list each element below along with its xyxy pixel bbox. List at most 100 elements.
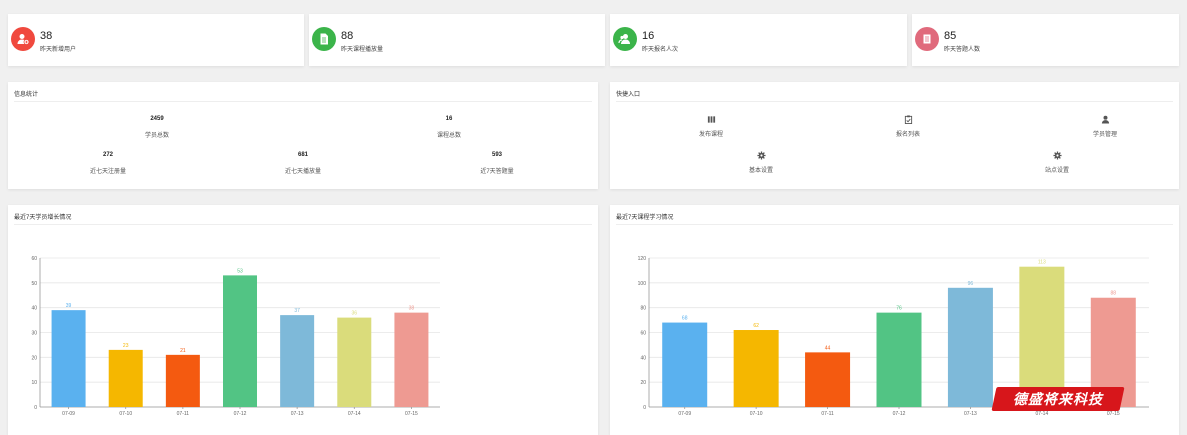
x-tick-label: 07-12 xyxy=(893,411,906,417)
panel-title: 快捷入口 xyxy=(616,92,641,98)
panel-title: 信息统计 xyxy=(14,92,39,98)
divider xyxy=(14,101,592,102)
quick-basic-settings[interactable]: 基本设置 xyxy=(749,151,773,174)
bar-value-label: 23 xyxy=(123,343,129,349)
bar-value-label: 62 xyxy=(753,323,759,329)
info-value-registrations: 272 xyxy=(102,152,114,158)
bar-value-label: 68 xyxy=(682,316,688,322)
bar[interactable] xyxy=(1019,266,1065,407)
quick-site-settings[interactable]: 站点设置 xyxy=(1045,151,1069,174)
info-label-registrations: 近七天注册量 xyxy=(89,169,127,175)
stat-card-new-users: 38 昨天新增用户 xyxy=(8,14,304,66)
stat-card-registrations: 16 昨天报名人次 xyxy=(610,14,907,66)
quick-label: 发布课程 xyxy=(698,132,724,138)
bar-value-label: 36 xyxy=(352,311,358,317)
x-tick-label: 07-09 xyxy=(678,411,691,417)
info-label-students: 学员总数 xyxy=(144,133,170,139)
info-stats-panel: 信息统计 2459 学员总数 16 课程总数 272 近七天注册量 681 近七… xyxy=(8,82,598,189)
x-tick-label: 07-10 xyxy=(750,411,763,417)
y-tick-label: 20 xyxy=(640,380,646,386)
bar[interactable] xyxy=(337,317,372,407)
publish-icon xyxy=(707,116,715,123)
bar[interactable] xyxy=(947,287,993,407)
x-tick-label: 07-11 xyxy=(821,411,834,417)
bar[interactable] xyxy=(108,349,143,407)
quick-label: 学员管理 xyxy=(1092,132,1118,138)
stat-label: 昨天新增用户 xyxy=(40,47,77,53)
x-tick-label: 07-10 xyxy=(119,411,132,417)
y-tick-label: 120 xyxy=(638,256,647,262)
info-label-plays: 近七天播放量 xyxy=(284,169,322,175)
stat-label: 昨天报名人次 xyxy=(642,47,679,53)
y-tick-label: 100 xyxy=(638,281,647,287)
x-tick-label: 07-15 xyxy=(405,411,418,417)
bar-value-label: 39 xyxy=(66,303,72,309)
quick-label: 报名列表 xyxy=(895,132,921,138)
y-tick-label: 60 xyxy=(31,256,37,262)
stat-card-course-plays: 88 昨天课程播放量 xyxy=(309,14,605,66)
bar-value-label: 37 xyxy=(294,308,300,314)
stat-label: 昨天答题人数 xyxy=(944,47,981,53)
users-icon xyxy=(613,27,637,51)
quick-label: 基本设置 xyxy=(748,168,774,174)
student-growth-panel: 最近7天学员增长情况 0 10 20 30 40 50 60 39 07-09 23 07-10 21… xyxy=(8,205,598,435)
y-tick-label: 40 xyxy=(31,306,37,312)
quick-label: 站点设置 xyxy=(1044,168,1070,174)
info-value-courses: 16 xyxy=(445,116,453,122)
clipboard-icon xyxy=(904,115,912,124)
stat-label: 昨天课程播放量 xyxy=(341,47,384,53)
y-tick-label: 80 xyxy=(640,306,646,312)
bar-value-label: 21 xyxy=(180,348,186,354)
info-value-answers: 593 xyxy=(491,152,503,158)
bar[interactable] xyxy=(280,315,315,407)
quick-student-management[interactable]: 学员管理 xyxy=(1093,115,1117,138)
x-tick-label: 07-11 xyxy=(177,411,190,417)
bar[interactable] xyxy=(805,352,851,407)
list-icon xyxy=(915,27,939,51)
y-tick-label: 20 xyxy=(31,355,37,361)
bar[interactable] xyxy=(165,354,200,407)
bar-value-label: 88 xyxy=(1111,291,1117,297)
user-manage-icon xyxy=(1101,115,1109,124)
gear-icon xyxy=(1052,151,1062,160)
bar[interactable] xyxy=(223,275,257,407)
y-tick-label: 50 xyxy=(31,281,37,287)
x-tick-label: 07-09 xyxy=(62,411,75,417)
info-value-plays: 681 xyxy=(297,152,309,158)
watermark-text: 德盛将来科技 xyxy=(1013,392,1103,408)
x-tick-label: 07-13 xyxy=(291,411,304,417)
divider xyxy=(616,101,1173,102)
y-tick-label: 10 xyxy=(31,380,37,386)
bar[interactable] xyxy=(662,322,708,407)
quick-publish-course[interactable]: 发布课程 xyxy=(699,115,723,138)
info-label-answers: 近7天答题量 xyxy=(480,169,514,175)
stat-value: 38 xyxy=(40,30,53,42)
y-tick-label: 0 xyxy=(643,405,646,411)
stat-value: 88 xyxy=(341,30,354,42)
quick-registration-list[interactable]: 报名列表 xyxy=(896,115,920,138)
bar[interactable] xyxy=(733,330,779,407)
bar-value-label: 44 xyxy=(825,345,831,351)
bar[interactable] xyxy=(876,312,922,407)
y-tick-label: 30 xyxy=(31,331,37,337)
bar-value-label: 113 xyxy=(1038,260,1046,266)
x-tick-label: 07-14 xyxy=(348,411,361,417)
x-tick-label: 07-12 xyxy=(234,411,247,417)
y-tick-label: 40 xyxy=(640,355,646,361)
student-growth-chart: 0 10 20 30 40 50 60 39 07-09 23 07-10 21 07-11 53 07-1… xyxy=(31,256,440,417)
document-icon xyxy=(312,27,336,51)
brand-watermark: 德盛将来科技 xyxy=(991,387,1125,411)
info-value-students: 2459 xyxy=(150,116,164,122)
y-tick-label: 60 xyxy=(640,331,646,337)
gear-icon xyxy=(756,151,766,160)
x-tick-label: 07-15 xyxy=(1107,411,1120,417)
stat-value: 85 xyxy=(944,30,957,42)
stat-card-answers: 85 昨天答题人数 xyxy=(912,14,1179,66)
x-tick-label: 07-14 xyxy=(1035,411,1048,417)
x-tick-label: 07-13 xyxy=(964,411,977,417)
bar[interactable] xyxy=(51,310,86,407)
bar[interactable] xyxy=(394,312,429,407)
user-add-icon xyxy=(11,27,35,51)
bar-value-label: 38 xyxy=(409,306,415,312)
quick-entry-panel: 快捷入口 发布课程 报名列表 学员管理 基本设置 站点设置 xyxy=(610,82,1179,189)
